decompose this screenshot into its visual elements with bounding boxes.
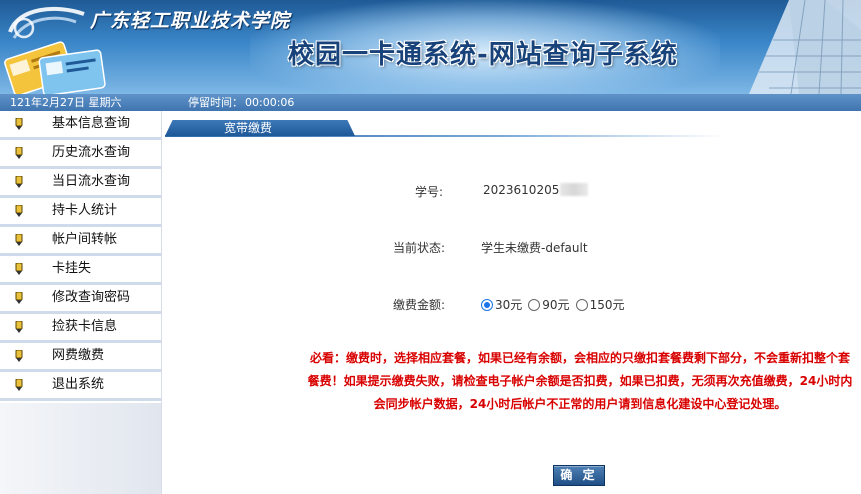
radio-30[interactable] [481, 298, 493, 311]
amount-option-90[interactable]: 90元 [528, 296, 570, 313]
sidebar-menu: 基本信息查询 历史流水查询 当日流水查询 持卡人统计 帐户间转帐 卡挂失 修改查… [0, 111, 162, 494]
pencil-bullet-icon [15, 147, 23, 159]
sidebar-item-label: 帐户间转帐 [52, 232, 118, 247]
sidebar-item-label: 捡获卡信息 [52, 319, 118, 334]
tab-broadband-payment[interactable]: 宽带缴费 [165, 120, 355, 136]
sidebar-item-label: 卡挂失 [52, 261, 92, 276]
pencil-bullet-icon [15, 292, 23, 304]
stay-time-value: 00:00:06 [245, 96, 295, 109]
payment-notice: 必看：缴费时，选择相应套餐，如果已经有余额，会相应的只缴扣套餐费剩下部分，不会重… [307, 351, 853, 411]
sidebar-item-change-password[interactable]: 修改查询密码 [0, 285, 161, 314]
sidebar-item-basic-info[interactable]: 基本信息查询 [0, 111, 161, 140]
amount-label: 缴费金额: [392, 298, 445, 312]
amount-option-label: 150元 [589, 298, 625, 312]
amount-option-label: 90元 [542, 298, 570, 312]
sidebar-item-label: 持卡人统计 [52, 203, 118, 218]
student-id-value: 2023610205 [483, 183, 560, 197]
pencil-bullet-icon [15, 205, 23, 217]
status-value: 学生未缴费-default [481, 241, 588, 255]
student-id-value-wrap: 2023610205 [483, 183, 589, 197]
status-label: 当前状态: [392, 241, 445, 255]
pencil-bullet-icon [15, 321, 23, 333]
school-name: 广东轻工职业技术学院 [90, 10, 291, 32]
sidebar-item-cardholder-stats[interactable]: 持卡人统计 [0, 198, 161, 227]
amount-options: 30元 90元 150元 [481, 296, 630, 313]
info-bar: 121年2月27日 星期六 停留时间： 00:00:06 [0, 94, 861, 111]
sidebar-item-today-flow[interactable]: 当日流水查询 [0, 169, 161, 198]
pencil-bullet-icon [15, 379, 23, 391]
radio-150[interactable] [575, 298, 588, 311]
redacted-blur [560, 183, 589, 196]
amount-option-label: 30元 [495, 298, 523, 312]
pencil-bullet-icon [15, 263, 23, 275]
sidebar-item-label: 网费缴费 [52, 348, 105, 363]
sidebar-item-report-lost[interactable]: 卡挂失 [0, 256, 161, 285]
sidebar-item-logout[interactable]: 退出系统 [0, 372, 161, 401]
confirm-button[interactable]: 确 定 [553, 465, 605, 486]
stay-time-label: 停留时间： [188, 96, 243, 109]
pencil-bullet-icon [15, 118, 23, 130]
current-date: 121年2月27日 星期六 [10, 96, 122, 109]
radio-90[interactable] [528, 298, 541, 311]
header-banner: 广东轻工职业技术学院 校园一卡通系统-网站查询子系统 [0, 0, 861, 94]
pencil-bullet-icon [15, 176, 23, 188]
sidebar-item-network-fee[interactable]: 网费缴费 [0, 343, 161, 372]
sidebar-item-history-flow[interactable]: 历史流水查询 [0, 140, 161, 169]
system-title: 校园一卡通系统-网站查询子系统 [288, 40, 678, 70]
main-content: 宽带缴费 学号: 2023610205 当前状态: 学生未缴费-default … [163, 111, 861, 494]
amount-option-30[interactable]: 30元 [481, 296, 522, 313]
student-id-label: 学号: [414, 185, 443, 199]
pencil-bullet-icon [15, 350, 23, 362]
sidebar-item-label: 历史流水查询 [52, 145, 131, 160]
sidebar-item-found-card[interactable]: 捡获卡信息 [0, 314, 161, 343]
sidebar-shade [0, 403, 161, 494]
sidebar-item-label: 基本信息查询 [52, 116, 131, 131]
sidebar-item-label: 修改查询密码 [52, 290, 131, 305]
tab-label: 宽带缴费 [223, 121, 272, 135]
section-tab-bar: 宽带缴费 [165, 119, 725, 137]
sidebar-item-label: 退出系统 [52, 377, 105, 392]
amount-option-150[interactable]: 150元 [575, 296, 625, 313]
sidebar-item-account-transfer[interactable]: 帐户间转帐 [0, 227, 161, 256]
sidebar-item-label: 当日流水查询 [52, 174, 131, 189]
pencil-bullet-icon [15, 234, 23, 246]
stay-time: 停留时间： 00:00:06 [188, 94, 294, 111]
building-image [749, 0, 861, 94]
